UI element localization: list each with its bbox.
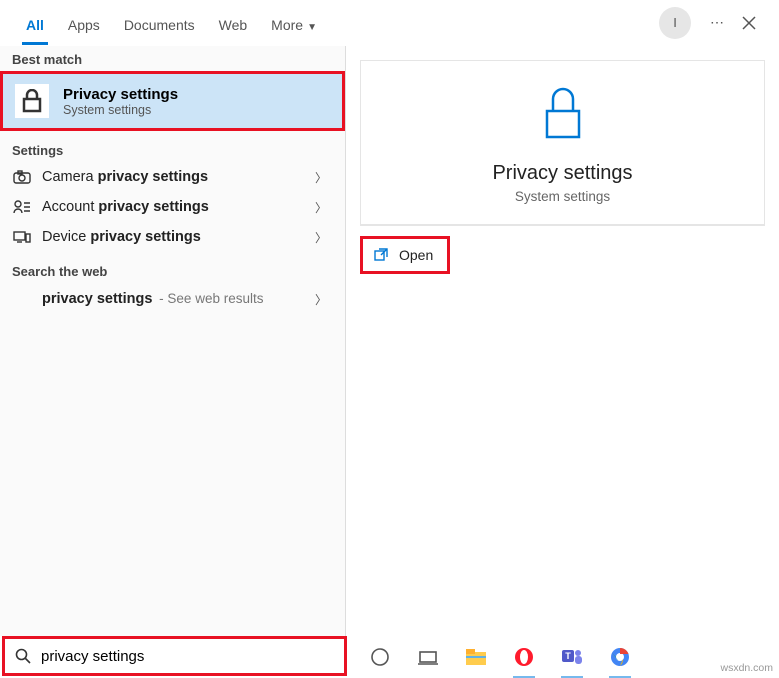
lock-icon (539, 85, 587, 148)
results-pane: Best match Privacy settings System setti… (0, 46, 345, 636)
detail-hero: Privacy settings System settings (360, 60, 765, 225)
result-bold: privacy settings (42, 291, 152, 307)
web-result[interactable]: · privacy settings - See web results 〉 (0, 283, 345, 315)
detail-title: Privacy settings (492, 162, 632, 185)
tab-documents[interactable]: Documents (112, 3, 207, 43)
chevron-right-icon: 〉 (315, 291, 327, 308)
user-avatar[interactable]: I (659, 7, 691, 39)
best-match-title: Privacy settings (63, 86, 178, 103)
file-explorer-icon[interactable] (463, 644, 489, 670)
settings-result-camera[interactable]: Camera privacy settings 〉 (0, 162, 345, 192)
tab-apps[interactable]: Apps (56, 3, 112, 43)
separator (360, 225, 765, 226)
tab-all[interactable]: All (14, 3, 56, 43)
result-bold: privacy settings (98, 199, 208, 215)
svg-text:T: T (565, 651, 571, 661)
chevron-right-icon: 〉 (315, 169, 327, 186)
opera-icon[interactable] (511, 644, 537, 670)
search-input[interactable] (41, 648, 334, 665)
result-prefix: Device (42, 229, 90, 245)
open-button[interactable]: Open (360, 236, 450, 274)
best-match-subtitle: System settings (63, 103, 178, 117)
device-icon (12, 230, 32, 244)
result-bold: privacy settings (98, 169, 208, 185)
chrome-icon[interactable] (607, 644, 633, 670)
chevron-right-icon: 〉 (315, 229, 327, 246)
close-button[interactable] (733, 7, 765, 39)
open-label: Open (399, 247, 433, 263)
result-prefix: Camera (42, 169, 98, 185)
camera-icon (12, 170, 32, 184)
settings-header: Settings (0, 137, 345, 162)
web-header: Search the web (0, 258, 345, 283)
detail-pane: Privacy settings System settings Open (345, 46, 779, 636)
chevron-right-icon: 〉 (315, 199, 327, 216)
cortana-icon[interactable] (367, 644, 393, 670)
taskbar-icons: T (347, 644, 633, 670)
task-view-icon[interactable] (415, 644, 441, 670)
caret-down-icon: ▼ (307, 22, 317, 33)
detail-subtitle: System settings (515, 189, 610, 204)
search-icon (15, 648, 31, 664)
tab-web[interactable]: Web (207, 3, 260, 43)
tab-more[interactable]: More▼ (259, 3, 329, 43)
more-options-button[interactable]: ⋯ (701, 7, 733, 39)
account-icon (12, 200, 32, 214)
teams-icon[interactable]: T (559, 644, 585, 670)
search-tabs: All Apps Documents Web More▼ I ⋯ (0, 0, 779, 46)
best-match-header: Best match (0, 46, 345, 71)
result-bold: privacy settings (90, 229, 200, 245)
search-box[interactable] (2, 636, 347, 676)
open-icon (373, 247, 389, 263)
result-suffix: - See web results (155, 291, 263, 306)
result-prefix: Account (42, 199, 98, 215)
taskbar: T wsxdn.com (0, 636, 779, 678)
settings-result-account[interactable]: Account privacy settings 〉 (0, 192, 345, 222)
settings-result-device[interactable]: Device privacy settings 〉 (0, 222, 345, 252)
watermark: wsxdn.com (720, 662, 773, 674)
best-match-result[interactable]: Privacy settings System settings (0, 71, 345, 131)
close-icon (742, 16, 756, 30)
lock-icon (15, 84, 49, 118)
